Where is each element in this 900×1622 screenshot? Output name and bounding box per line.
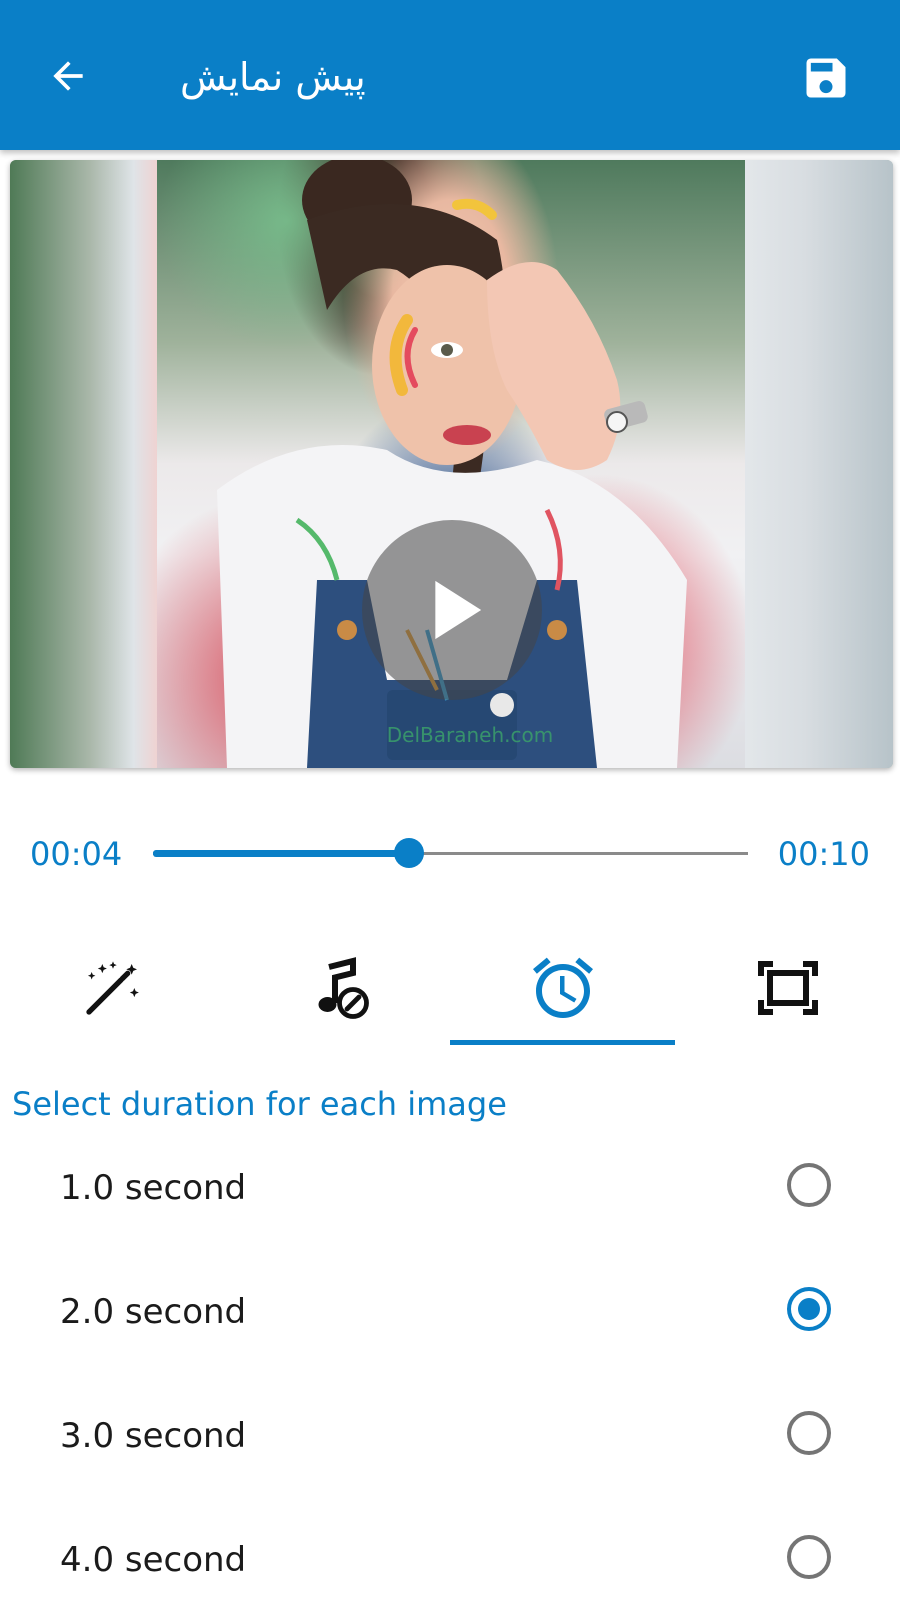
- tab-music[interactable]: [225, 940, 450, 1045]
- duration-option[interactable]: 3.0 second: [0, 1374, 900, 1498]
- tab-effects[interactable]: [0, 940, 225, 1045]
- tab-frame[interactable]: [675, 940, 900, 1045]
- watermark: DelBaraneh.com: [386, 723, 554, 747]
- frame-icon: [757, 961, 818, 1015]
- duration-section-label: Select duration for each image: [12, 1085, 507, 1123]
- tab-duration[interactable]: [450, 940, 675, 1045]
- duration-option-label: 2.0 second: [60, 1292, 247, 1332]
- duration-option[interactable]: 2.0 second: [0, 1250, 900, 1374]
- floppy-disk-icon: [806, 58, 846, 98]
- duration-option[interactable]: 1.0 second: [0, 1126, 900, 1250]
- video-preview[interactable]: DelBaraneh.com: [10, 160, 893, 768]
- alarm-clock-icon: [532, 957, 593, 1018]
- save-button[interactable]: [800, 52, 852, 104]
- magic-wand-icon: [85, 961, 139, 1015]
- editor-tabs: [0, 940, 900, 1045]
- duration-option[interactable]: 4.0 second: [0, 1498, 900, 1622]
- seek-progress: [153, 850, 409, 857]
- seek-bar[interactable]: [153, 838, 748, 868]
- current-time: 00:04: [30, 835, 123, 873]
- music-note-icon: [318, 957, 369, 1019]
- radio-button[interactable]: [787, 1163, 831, 1207]
- page-title: پیش نمایش: [180, 55, 366, 99]
- app-bar: پیش نمایش: [0, 0, 900, 150]
- duration-option-label: 3.0 second: [60, 1416, 247, 1456]
- radio-button[interactable]: [787, 1535, 831, 1579]
- radio-button-selected[interactable]: [787, 1287, 831, 1331]
- back-button[interactable]: [44, 52, 92, 100]
- total-time: 00:10: [777, 835, 870, 873]
- play-button[interactable]: [362, 520, 542, 700]
- duration-option-label: 1.0 second: [60, 1168, 247, 1208]
- radio-button[interactable]: [787, 1411, 831, 1455]
- duration-option-label: 4.0 second: [60, 1540, 247, 1580]
- tab-selected-indicator: [450, 1040, 675, 1045]
- arrow-left-icon: [53, 61, 83, 91]
- play-icon: [435, 580, 482, 640]
- seek-thumb[interactable]: [393, 838, 424, 868]
